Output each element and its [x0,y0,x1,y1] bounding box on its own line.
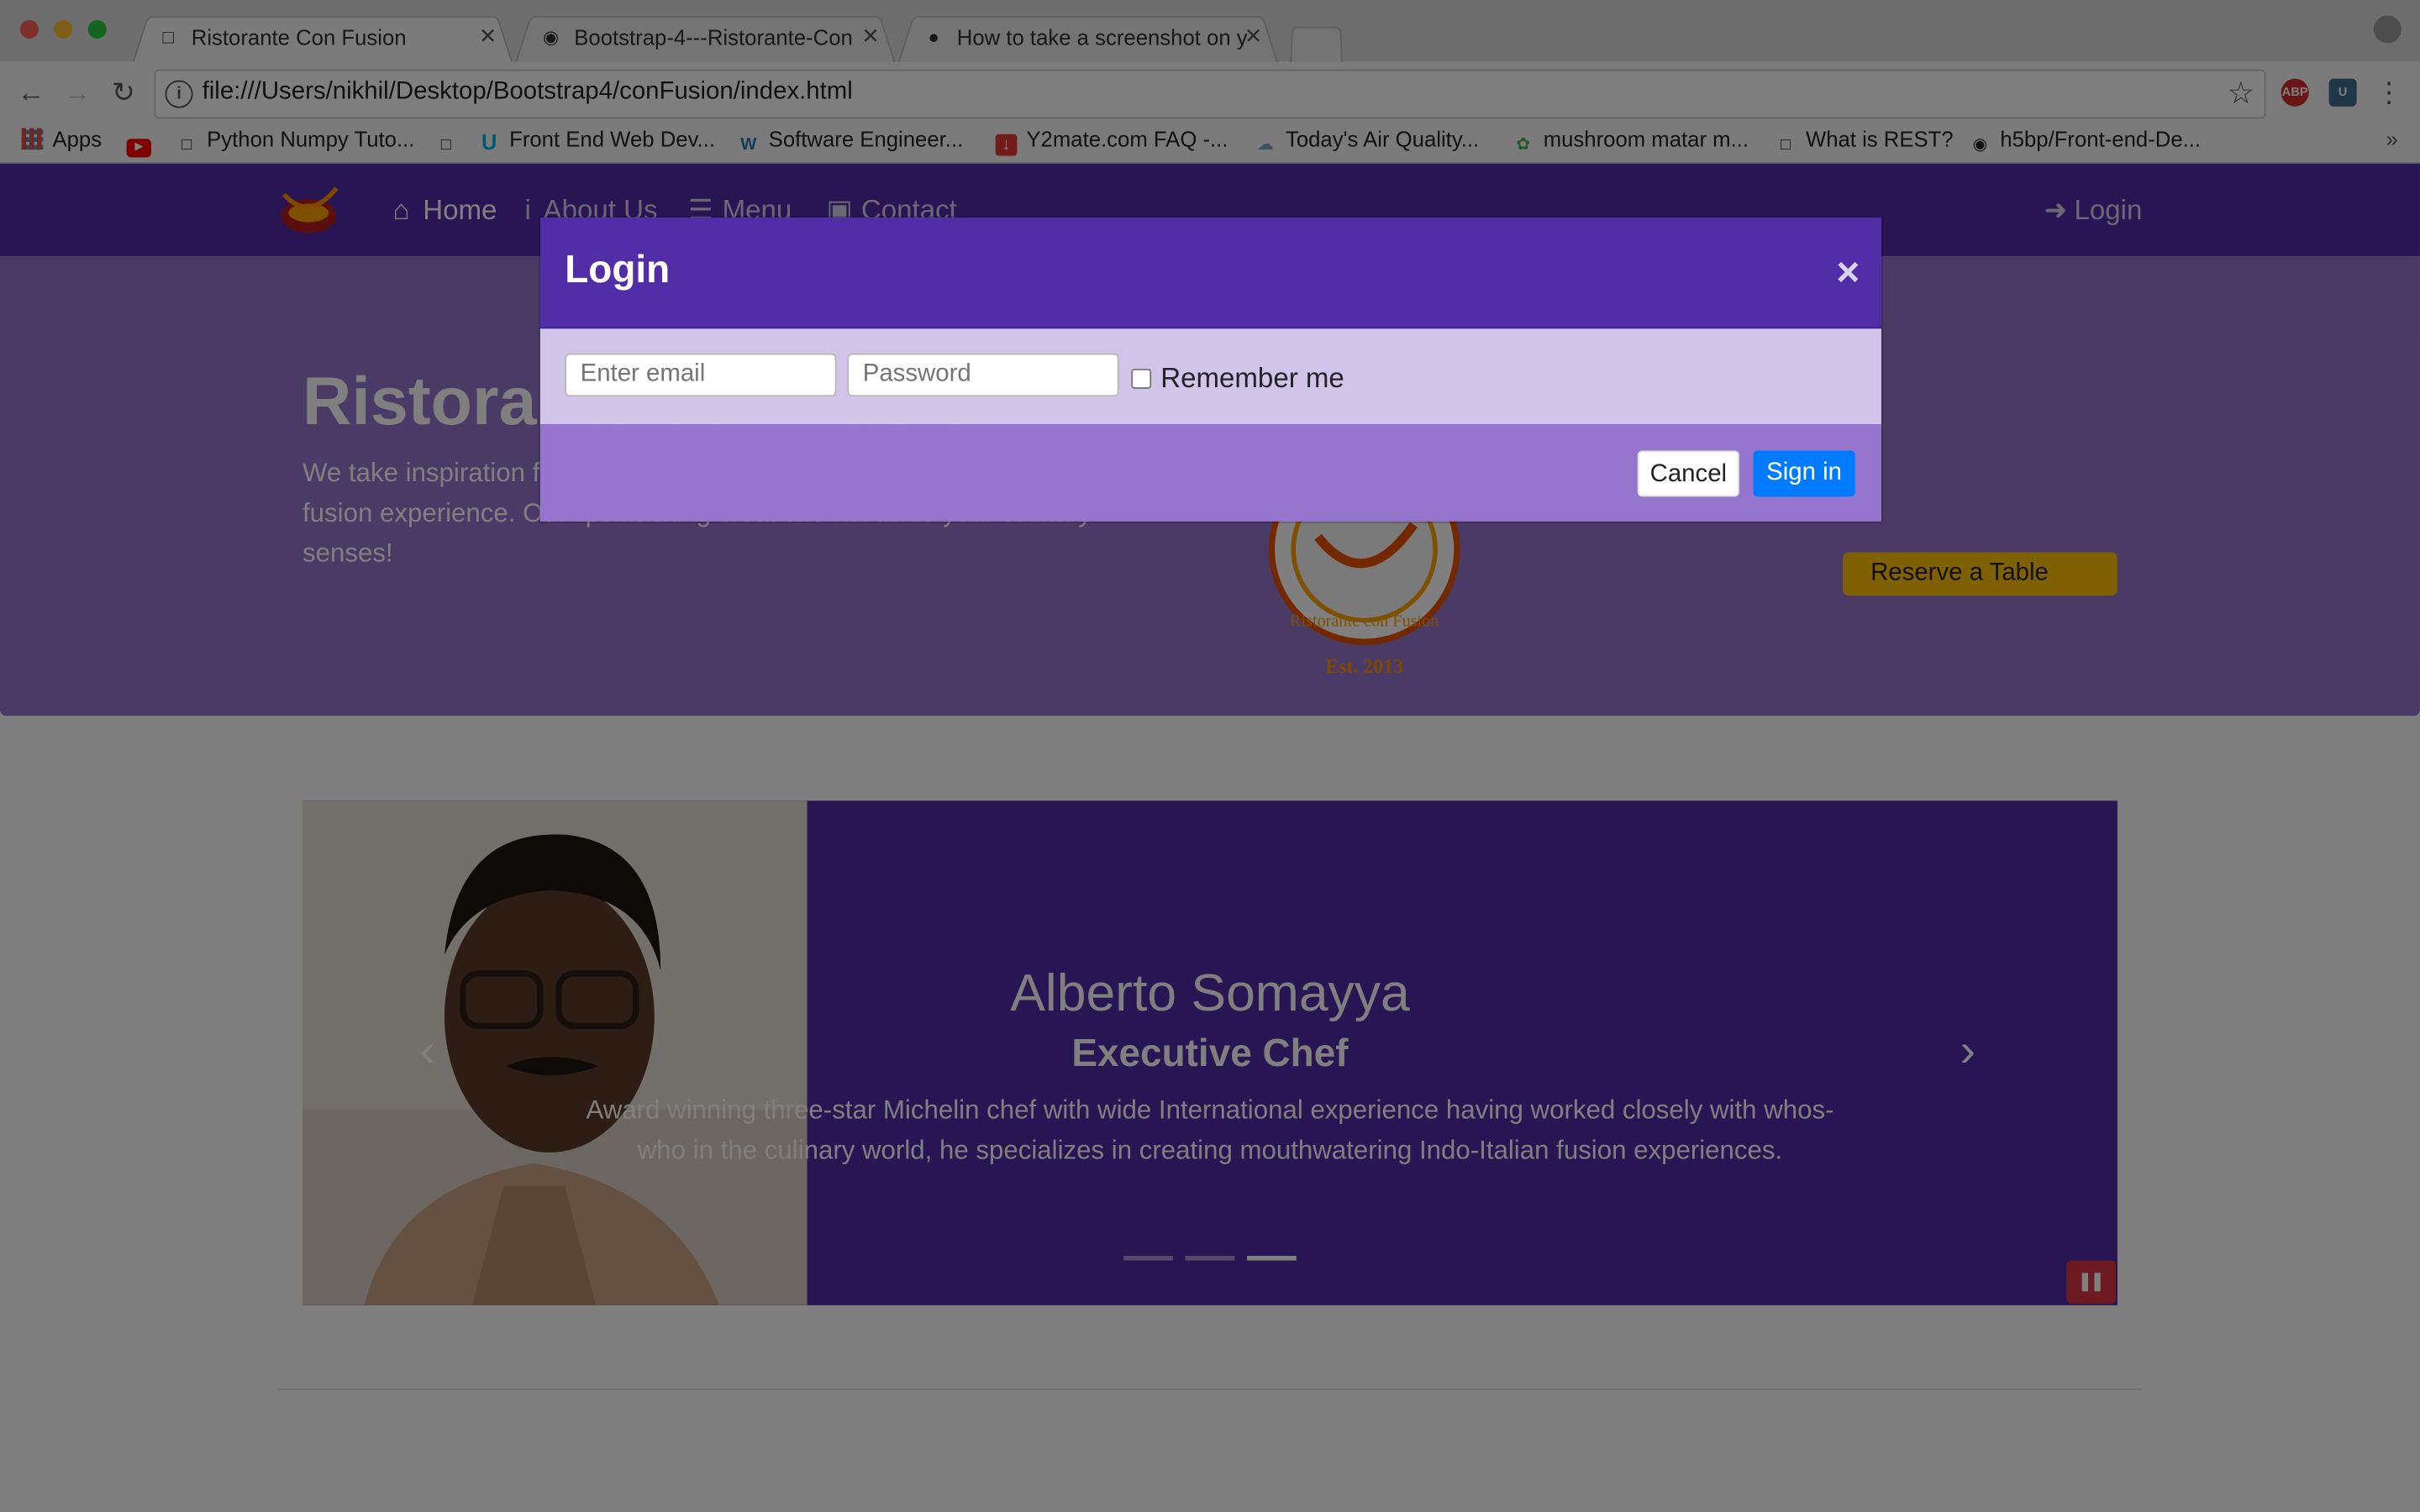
close-icon[interactable]: × [1836,249,1860,295]
sign-in-button[interactable]: Sign in [1753,450,1855,497]
login-modal: Login × Remember me Cancel Sign in [539,216,1883,523]
cancel-button[interactable]: Cancel [1637,450,1739,497]
modal-body: Remember me [539,328,1881,425]
email-field[interactable] [565,353,837,397]
modal-title: Login [565,248,671,292]
modal-footer: Cancel Sign in [539,424,1881,522]
remember-checkbox[interactable] [1131,368,1152,389]
remember-label: Remember me [1160,362,1344,394]
password-field[interactable] [847,353,1119,397]
modal-header: Login × [539,217,1881,329]
